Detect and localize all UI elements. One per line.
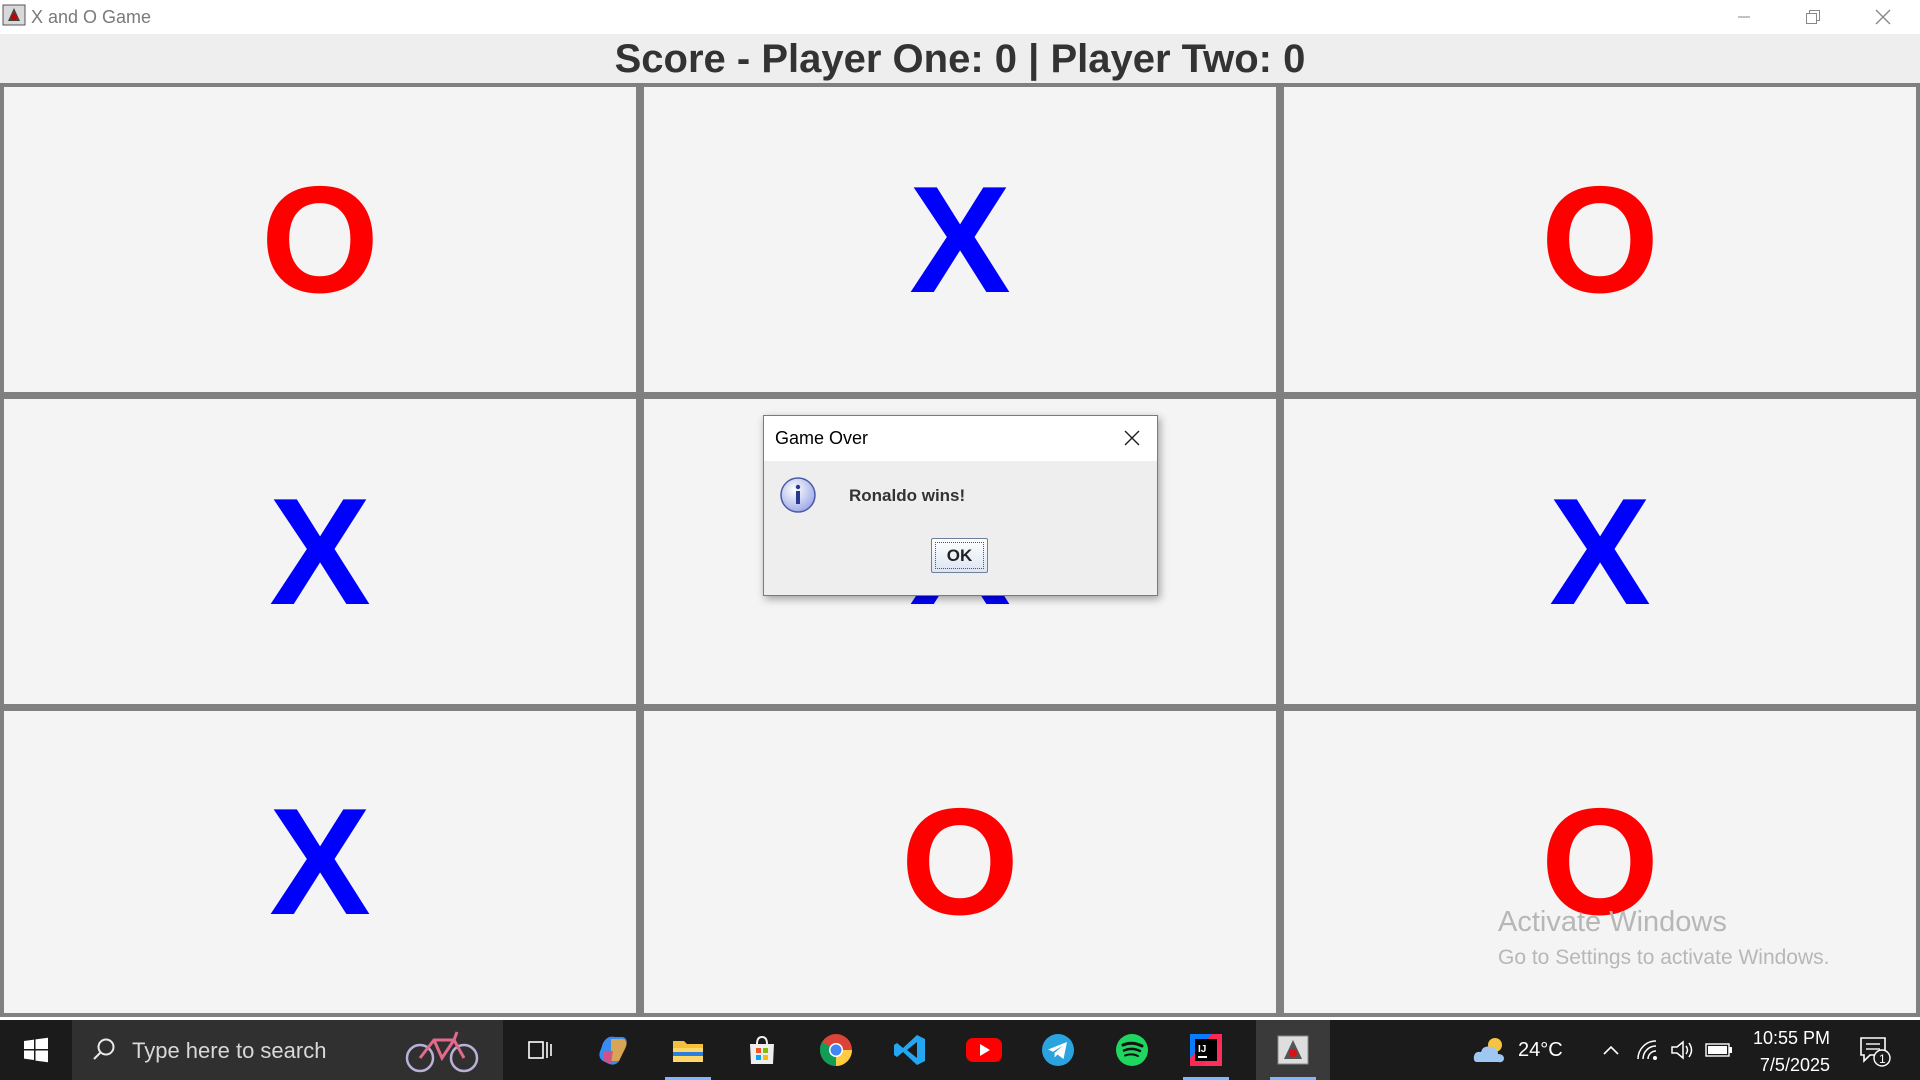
score-label: Score - Player One: 0 | Player Two: 0 <box>614 37 1306 81</box>
ok-button[interactable]: OK <box>931 538 988 573</box>
vscode-button[interactable] <box>873 1020 947 1080</box>
minimize-button[interactable] <box>1709 0 1778 34</box>
board-cell-3[interactable]: O <box>1284 87 1916 392</box>
spotify-icon <box>1116 1034 1148 1066</box>
java-app-icon <box>2 4 26 26</box>
close-icon <box>1875 9 1890 25</box>
intellij-icon: IJ <box>1190 1034 1222 1066</box>
minimize-icon <box>1737 16 1750 18</box>
intellij-button[interactable]: IJ <box>1169 1020 1243 1080</box>
show-hidden-icons-button[interactable] <box>1598 1020 1624 1080</box>
chrome-icon <box>819 1034 852 1066</box>
weather-temperature: 24°C <box>1518 1039 1563 1061</box>
close-button[interactable] <box>1848 0 1917 34</box>
battery-icon <box>1705 1043 1732 1057</box>
board-cell-2[interactable]: X <box>644 87 1276 392</box>
battery-button[interactable] <box>1704 1020 1734 1080</box>
bicycle-icon <box>405 1031 479 1073</box>
search-placeholder: Type here to search <box>132 1038 327 1063</box>
copilot-icon <box>599 1036 627 1065</box>
taskbar-search-box[interactable]: Type here to search <box>72 1020 503 1080</box>
file-explorer-icon <box>673 1041 703 1062</box>
weather-cloud-icon <box>1473 1038 1504 1063</box>
activation-watermark-title: Activate Windows <box>1498 906 1727 938</box>
wifi-icon <box>1637 1040 1657 1060</box>
board-cell-6[interactable]: X <box>1284 399 1916 704</box>
windows-logo-icon <box>24 1037 48 1063</box>
info-icon <box>780 477 816 513</box>
dialog-close-button[interactable] <box>1116 424 1148 452</box>
dialog-title: Game Over <box>775 428 869 448</box>
vscode-icon <box>894 1035 925 1065</box>
clock-time: 10:55 PM <box>1752 1028 1830 1048</box>
window-title-bar: X and O Game <box>0 0 1920 34</box>
network-button[interactable] <box>1634 1020 1662 1080</box>
notification-count: 1 <box>1879 1052 1886 1066</box>
board-cell-8[interactable]: O <box>644 711 1276 1013</box>
window-title: X and O Game <box>31 7 152 27</box>
microsoft-store-icon <box>750 1035 774 1064</box>
youtube-button[interactable] <box>947 1020 1021 1080</box>
svg-text:IJ: IJ <box>1198 1044 1206 1055</box>
notification-icon: 1 <box>1860 1037 1891 1067</box>
chrome-button[interactable] <box>799 1020 873 1080</box>
notification-center-button[interactable]: 1 <box>1845 1020 1905 1080</box>
restore-button[interactable] <box>1778 0 1847 34</box>
task-view-icon <box>528 1041 552 1059</box>
speaker-icon <box>1671 1040 1693 1060</box>
search-icon <box>93 1038 115 1060</box>
microsoft-store-button[interactable] <box>725 1020 799 1080</box>
weather-button[interactable] <box>1466 1020 1516 1080</box>
start-button[interactable] <box>0 1020 72 1080</box>
copilot-button[interactable] <box>577 1020 651 1080</box>
volume-button[interactable] <box>1668 1020 1696 1080</box>
chevron-up-icon <box>1603 1045 1619 1055</box>
activation-watermark-text: Go to Settings to activate Windows. <box>1498 946 1830 969</box>
dialog-message: Ronaldo wins! <box>849 486 966 505</box>
close-icon <box>1124 430 1140 446</box>
youtube-icon <box>966 1038 1002 1062</box>
java-app-icon <box>1277 1035 1309 1065</box>
telegram-icon <box>1042 1034 1074 1066</box>
board-cell-7[interactable]: X <box>4 711 636 1013</box>
clock-date: 7/5/2025 <box>1759 1055 1830 1075</box>
spotify-button[interactable] <box>1095 1020 1169 1080</box>
clock[interactable]: 10:55 PM 7/5/2025 <box>1740 1025 1830 1079</box>
board-cell-4[interactable]: X <box>4 399 636 704</box>
java-game-button[interactable] <box>1256 1020 1330 1080</box>
game-over-dialog: Game Over Ronaldo wins! OK <box>763 415 1158 596</box>
restore-icon <box>1805 10 1820 24</box>
telegram-button[interactable] <box>1021 1020 1095 1080</box>
taskbar: Type here to search IJ 24°C 10:55 PM 7/5… <box>0 1020 1920 1080</box>
file-explorer-button[interactable] <box>651 1020 725 1080</box>
dialog-title-bar: Game Over <box>764 416 1157 461</box>
task-view-button[interactable] <box>503 1020 577 1080</box>
board-cell-1[interactable]: O <box>4 87 636 392</box>
